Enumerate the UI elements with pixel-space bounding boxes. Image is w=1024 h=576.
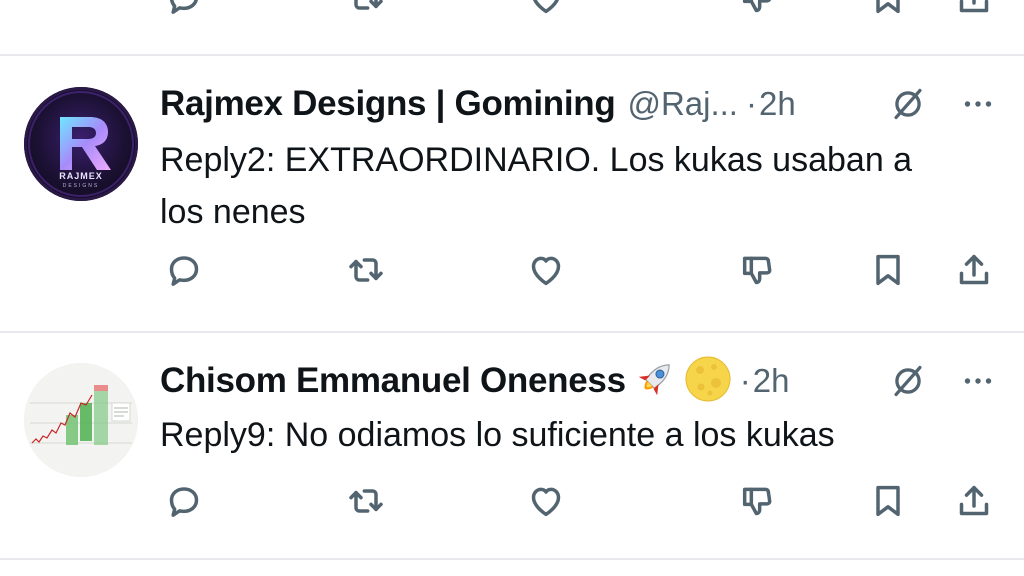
reply-icon: [164, 0, 204, 18]
share-button[interactable]: [950, 477, 998, 525]
divider: [0, 558, 1024, 560]
tweet-action-bar: [0, 477, 1024, 529]
grok-icon: [889, 85, 927, 123]
heart-icon: [526, 250, 566, 290]
share-button[interactable]: [950, 246, 998, 294]
reply-button[interactable]: [160, 0, 208, 22]
separator-dot: ·: [745, 85, 757, 122]
thumbs-down-icon: [738, 250, 778, 290]
retweet-icon: [346, 0, 386, 18]
bookmark-button[interactable]: [864, 477, 912, 525]
tweet-action-bar: [0, 246, 1024, 298]
retweet-button[interactable]: [342, 0, 390, 22]
dislike-button[interactable]: [734, 477, 782, 525]
display-name[interactable]: Chisom Emmanuel Oneness: [160, 361, 626, 401]
tweet-header: Rajmex Designs | Gomining @Raj... · 2h: [160, 80, 796, 128]
more-dots-icon: [960, 363, 996, 399]
thumbs-down-icon: [738, 481, 778, 521]
avatar[interactable]: RAJMEX DESIGNS: [24, 87, 138, 201]
like-button[interactable]: [522, 0, 570, 22]
avatar[interactable]: [24, 363, 138, 477]
tweet-text-line: Reply9: No odiamos lo suficiente a los k…: [160, 416, 835, 454]
bookmark-icon: [868, 481, 908, 521]
rajmex-logo: RAJMEX DESIGNS: [28, 91, 134, 197]
retweet-icon: [346, 481, 386, 521]
reply-button[interactable]: [160, 477, 208, 525]
display-name[interactable]: Rajmex Designs | Gomining: [160, 84, 616, 124]
bookmark-button[interactable]: [864, 246, 912, 294]
more-dots-icon: [960, 86, 996, 122]
svg-text:DESIGNS: DESIGNS: [63, 183, 100, 189]
retweet-button[interactable]: [342, 477, 390, 525]
tweet-text-line: los nenes: [160, 193, 306, 231]
tweet-text-line: Reply2: EXTRAORDINARIO. Los kukas usaban…: [160, 141, 913, 179]
reply-button[interactable]: [160, 246, 208, 294]
like-button[interactable]: [522, 246, 570, 294]
tweet-text: Reply2: EXTRAORDINARIO. Los kukas usaban…: [160, 134, 1010, 238]
tweet-card[interactable]: RAJMEX DESIGNS Rajmex Designs | Gomining…: [0, 56, 1024, 332]
tweet-text: Reply9: No odiamos lo suficiente a los k…: [160, 409, 1010, 461]
share-button[interactable]: [950, 0, 998, 22]
more-button[interactable]: [956, 359, 1000, 403]
reply-icon: [164, 481, 204, 521]
retweet-button[interactable]: [342, 246, 390, 294]
share-icon: [954, 481, 994, 521]
share-icon: [954, 250, 994, 290]
like-button[interactable]: [522, 477, 570, 525]
full-moon-icon: [684, 355, 732, 408]
share-icon: [954, 0, 994, 18]
more-button[interactable]: [956, 82, 1000, 126]
bookmark-button[interactable]: [864, 0, 912, 22]
heart-icon: [526, 0, 566, 18]
separator-dot: ·: [739, 362, 751, 399]
timestamp[interactable]: 2h: [753, 362, 790, 400]
reply-icon: [164, 250, 204, 290]
timestamp[interactable]: 2h: [759, 85, 796, 123]
dislike-button[interactable]: [734, 0, 782, 22]
svg-text:RAJMEX: RAJMEX: [59, 171, 103, 181]
grok-icon: [889, 362, 927, 400]
heart-icon: [526, 481, 566, 521]
bookmark-icon: [868, 0, 908, 18]
dislike-button[interactable]: [734, 246, 782, 294]
grok-button[interactable]: [886, 359, 930, 403]
tweet-card[interactable]: Chisom Emmanuel Oneness · 2h Reply9: No …: [0, 333, 1024, 559]
thumbs-down-icon: [738, 0, 778, 18]
retweet-icon: [346, 250, 386, 290]
rocket-icon: [632, 356, 678, 407]
tweet-header: Chisom Emmanuel Oneness · 2h: [160, 355, 790, 408]
top-action-bar: [0, 0, 1024, 24]
grok-button[interactable]: [886, 82, 930, 126]
trading-chart-thumbnail: [24, 363, 138, 477]
handle[interactable]: @Raj...: [627, 85, 738, 123]
bookmark-icon: [868, 250, 908, 290]
